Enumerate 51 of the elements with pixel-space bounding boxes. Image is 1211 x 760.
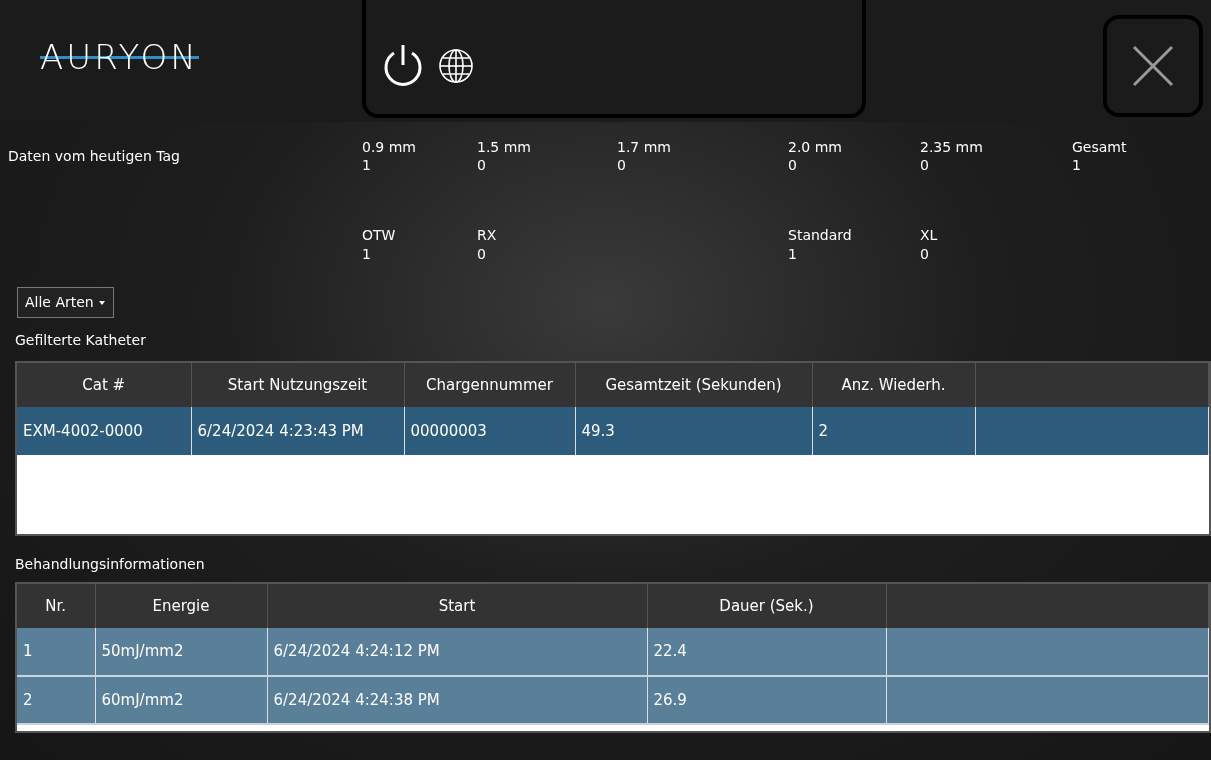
stat-value: 1	[1072, 156, 1082, 175]
stat-label: Gesamt	[1072, 138, 1128, 157]
column-header: Start	[267, 584, 647, 628]
stat-label: RX	[477, 226, 498, 245]
column-header: Chargennummer	[404, 363, 575, 407]
column-header: Dauer (Sek.)	[647, 584, 886, 628]
caret-icon	[98, 300, 107, 306]
stat-label: 0.9 mm	[362, 138, 417, 157]
stat-label: 2.0 mm	[788, 138, 843, 157]
table-cell: 00000003	[404, 407, 575, 455]
section-title: Gefilterte Katheter	[15, 331, 146, 350]
table-cell: 6/24/2024 4:24:38 PM	[267, 676, 647, 724]
table-cell: 2	[812, 407, 975, 455]
table-cell: 50mJ/mm2	[95, 628, 267, 676]
table-cell: 60mJ/mm2	[95, 676, 267, 724]
table-cell: 6/24/2024 4:24:12 PM	[267, 628, 647, 676]
table-cell: 49.3	[575, 407, 812, 455]
stat-value: 0	[788, 156, 798, 175]
stat-label: 1.7 mm	[617, 138, 672, 157]
stat-value: 0	[617, 156, 627, 175]
stat-label: 2.35 mm	[920, 138, 984, 157]
table-cell: 6/24/2024 4:23:43 PM	[191, 407, 404, 455]
globe-icon[interactable]	[438, 48, 474, 84]
column-header: Start Nutzungszeit	[191, 363, 404, 407]
table-cell: 1	[17, 628, 95, 676]
close-button[interactable]	[1103, 15, 1203, 117]
section-title: Behandlungsinformationen	[15, 555, 205, 574]
stat-label: Standard	[788, 226, 853, 245]
stat-value: 0	[477, 156, 487, 175]
stat-label: XL	[920, 226, 939, 245]
summary-label: Daten vom heutigen Tag	[8, 147, 180, 166]
table-cell: 26.9	[647, 676, 886, 724]
stat-label: OTW	[362, 226, 397, 245]
stat-value: 1	[362, 156, 372, 175]
stat-value: 1	[362, 244, 372, 263]
column-header: Energie	[95, 584, 267, 628]
type-dropdown[interactable]: Alle Arten	[17, 287, 115, 318]
stat-value: 1	[788, 244, 798, 263]
column-header: Gesamtzeit (Sekunden)	[575, 363, 812, 407]
power-icon[interactable]	[382, 43, 424, 89]
stat-label: 1.5 mm	[477, 138, 532, 157]
stat-value: 0	[477, 244, 487, 263]
column-header: Nr.	[17, 584, 95, 628]
column-header: Anz. Wiederh.	[812, 363, 975, 407]
column-header: Cat #	[17, 363, 191, 407]
close-icon	[1130, 43, 1176, 89]
table-cell: 22.4	[647, 628, 886, 676]
stat-value: 0	[920, 244, 930, 263]
table-cell: 2	[17, 676, 95, 724]
stat-value: 0	[920, 156, 930, 175]
table-cell: EXM-4002-0000	[17, 407, 191, 455]
